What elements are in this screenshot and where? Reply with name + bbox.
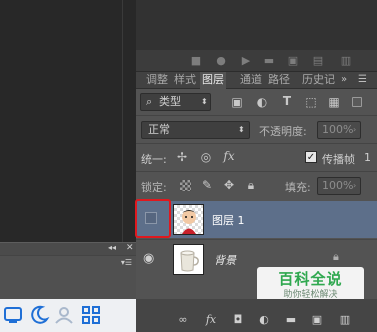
- fill-input[interactable]: 100% ›: [317, 177, 361, 195]
- filter-kind-select[interactable]: ⌕ 类型 ⬍: [140, 93, 211, 111]
- tab-adjustments[interactable]: 调整: [144, 72, 170, 89]
- opacity-value: 100%: [322, 123, 354, 136]
- panel-top-area: [136, 0, 377, 50]
- new-frame-icon[interactable]: ▣: [287, 55, 299, 67]
- new-layer-icon[interactable]: ▣: [310, 313, 324, 327]
- annotation-highlight-box: [135, 199, 171, 238]
- tab-channels[interactable]: 通道: [238, 72, 264, 89]
- propagate-frame-label: 传播帧: [322, 153, 355, 166]
- add-style-fx-icon[interactable]: fx: [204, 313, 218, 327]
- lock-all-icon[interactable]: 🔒︎: [245, 178, 257, 192]
- type-filter-icon[interactable]: T: [280, 94, 294, 108]
- lock-image-brush-icon[interactable]: ✎: [200, 178, 214, 192]
- new-adjustment-icon[interactable]: ◐: [257, 313, 271, 327]
- smart-object-filter-icon[interactable]: ▦: [327, 95, 341, 109]
- record-icon[interactable]: ●: [215, 55, 227, 67]
- adjustment-filter-icon[interactable]: ◐: [255, 95, 269, 109]
- lock-label: 锁定:: [141, 181, 167, 194]
- panel-menu-icon[interactable]: ☰: [358, 74, 367, 85]
- left-panel: ▾☰: [0, 255, 136, 299]
- left-panel-header: ◂◂ ✕: [0, 242, 136, 255]
- opacity-label: 不透明度:: [259, 125, 307, 138]
- propagate-frame-checkbox[interactable]: ✓: [305, 151, 317, 163]
- document-canvas: [0, 0, 136, 242]
- chevron-updown-icon: ⬍: [201, 97, 208, 106]
- grid-apps-icon[interactable]: [80, 304, 102, 326]
- canvas-divider: [122, 0, 123, 242]
- moon-icon[interactable]: [28, 304, 50, 326]
- delete-frame-icon[interactable]: ▤: [312, 55, 324, 67]
- close-icon[interactable]: ✕: [126, 243, 134, 253]
- new-group-folder-icon[interactable]: ▬: [284, 313, 298, 327]
- panel-menu-icon[interactable]: ▾☰: [121, 258, 132, 267]
- shape-filter-icon[interactable]: ⬚: [304, 95, 318, 109]
- chevron-right-icon: ›: [353, 181, 357, 190]
- delete-layer-trash-icon[interactable]: ▥: [338, 313, 352, 327]
- character-thumbnail-icon: [180, 210, 198, 234]
- layer-name: 背景: [214, 254, 236, 267]
- tab-paths[interactable]: 路径: [266, 72, 292, 89]
- search-icon: ⌕: [146, 95, 153, 108]
- filter-kind-label: 类型: [159, 95, 181, 108]
- chevron-right-icon: ›: [353, 125, 357, 134]
- layer-thumbnail: [173, 244, 204, 275]
- play-icon[interactable]: ▶: [240, 55, 252, 67]
- divider: [136, 143, 377, 144]
- layer-thumbnail: [173, 204, 204, 235]
- unify-visibility-icon[interactable]: ◎: [198, 150, 214, 164]
- opacity-input[interactable]: 100% ›: [317, 121, 361, 139]
- lock-transparent-icon[interactable]: [180, 180, 191, 191]
- frame-number: 1: [364, 151, 371, 164]
- blend-mode-select[interactable]: 正常 ⬍: [141, 121, 250, 139]
- tab-styles[interactable]: 样式: [172, 72, 198, 89]
- add-mask-icon[interactable]: ◘: [231, 313, 245, 327]
- collapse-icon[interactable]: ◂◂: [108, 243, 116, 252]
- tab-expand-icon[interactable]: »: [341, 74, 347, 85]
- tab-layers[interactable]: 图层: [200, 72, 226, 89]
- unify-style-icon[interactable]: fx: [220, 149, 238, 163]
- user-icon[interactable]: [53, 304, 75, 326]
- divider: [136, 115, 377, 116]
- mug-thumbnail-icon: [180, 250, 199, 272]
- unify-label: 统一:: [141, 153, 167, 166]
- stop-icon[interactable]: ■: [190, 55, 202, 67]
- layer-name: 图层 1: [212, 214, 245, 227]
- folder-icon[interactable]: ▬: [263, 55, 275, 67]
- divider: [136, 171, 377, 172]
- chevron-updown-icon: ⬍: [238, 125, 245, 134]
- blend-mode-value: 正常: [148, 123, 170, 136]
- fill-value: 100%: [322, 179, 354, 192]
- filter-toggle-switch[interactable]: [352, 97, 362, 107]
- lock-position-move-icon[interactable]: ✥: [222, 178, 236, 192]
- eye-icon[interactable]: ◉: [143, 251, 154, 266]
- lock-icon: 🔒︎: [333, 250, 339, 263]
- pixel-filter-icon[interactable]: ▣: [230, 95, 244, 109]
- screen-icon[interactable]: [3, 304, 25, 326]
- watermark-title: 百科全说: [278, 270, 343, 288]
- layer-row-layer-1[interactable]: 图层 1: [136, 201, 377, 238]
- trash-icon[interactable]: ▥: [340, 55, 352, 67]
- panel-footer: [136, 299, 377, 311]
- link-layers-icon[interactable]: ∞: [176, 313, 190, 327]
- unify-position-icon[interactable]: ✢: [175, 150, 189, 164]
- fill-label: 填充:: [285, 181, 311, 194]
- tab-history[interactable]: 历史记: [300, 72, 337, 89]
